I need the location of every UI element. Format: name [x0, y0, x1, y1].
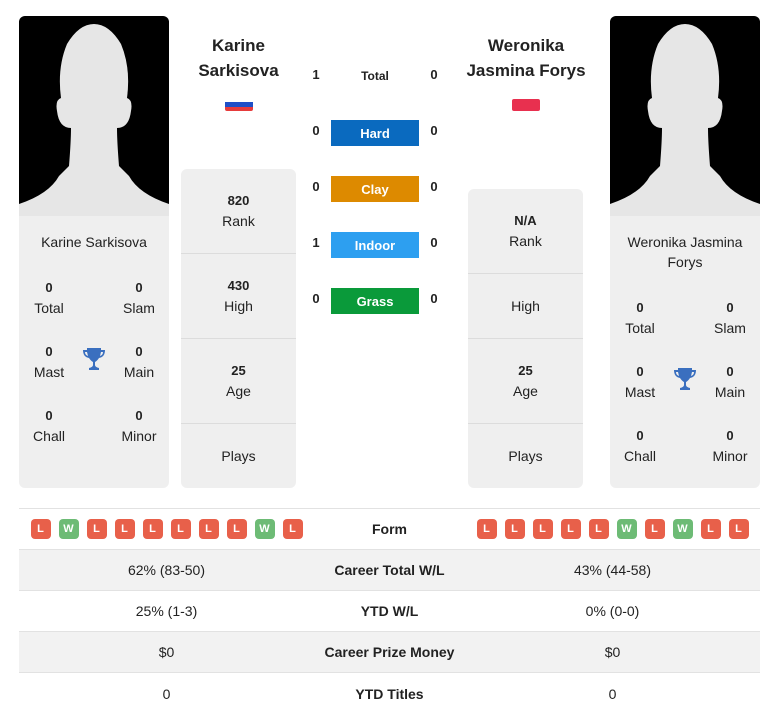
- surface-indoor-button[interactable]: Indoor: [331, 232, 419, 258]
- player1-age: 25 Age: [181, 339, 296, 424]
- player1-form-badge-loss[interactable]: L: [282, 519, 303, 539]
- h2h-clay-p1: 0: [312, 179, 320, 194]
- player2-age: 25 Age: [468, 339, 583, 424]
- player1-ytd-titles: 0: [162, 685, 171, 702]
- silhouette-icon: [19, 24, 169, 216]
- player1-form-badge-loss[interactable]: L: [114, 519, 135, 539]
- player2-header-name[interactable]: Weronika Jasmina Forys: [455, 33, 597, 83]
- h2h-hard-p1: 0: [312, 123, 320, 138]
- player1-form-badge-loss[interactable]: L: [142, 519, 163, 539]
- player2-form-badge-win[interactable]: W: [672, 519, 693, 539]
- surface-clay-button[interactable]: Clay: [331, 176, 419, 202]
- player1-form-badge-loss[interactable]: L: [86, 519, 107, 539]
- player1-main-titles: 0 Main: [123, 344, 155, 380]
- player2-form-badge-win[interactable]: W: [616, 519, 637, 539]
- player2-form-badge-loss[interactable]: L: [644, 519, 665, 539]
- player2-form-badge-loss[interactable]: L: [700, 519, 721, 539]
- player2-form-badge-loss[interactable]: L: [504, 519, 525, 539]
- h2h-grass-p2: 0: [430, 291, 438, 306]
- table-row: $0 Career Prize Money $0: [19, 632, 760, 673]
- player1-career-wl: 62% (83-50): [127, 562, 206, 578]
- player1-form-badge-loss[interactable]: L: [30, 519, 51, 539]
- trophy-icon: [674, 368, 696, 390]
- surface-hard-button[interactable]: Hard: [331, 120, 419, 146]
- table-row: 62% (83-50) Career Total W/L 43% (44-58): [19, 550, 760, 591]
- player1-total-titles: 0 Total: [34, 280, 64, 316]
- player1-header-name[interactable]: Karine Sarkisova: [181, 33, 296, 83]
- form-label: Form: [372, 521, 407, 537]
- player1-form-badge-loss[interactable]: L: [226, 519, 247, 539]
- player2-rank: N/A Rank: [468, 189, 583, 274]
- ytd-wl-label: YTD W/L: [360, 603, 419, 619]
- player1-form-badge-win[interactable]: W: [58, 519, 79, 539]
- player2-total-titles: 0 Total: [625, 300, 655, 336]
- player2-form-badge-loss[interactable]: L: [532, 519, 553, 539]
- player2-high: High: [468, 274, 583, 339]
- player2-slam-titles: 0 Slam: [714, 300, 746, 336]
- h2h-clay-p2: 0: [430, 179, 438, 194]
- player2-ytd-wl: 0% (0-0): [585, 603, 640, 619]
- player1-rank: 820 Rank: [181, 169, 296, 254]
- h2h-total-label: Total: [361, 69, 389, 83]
- player1-profile-card: Karine Sarkisova 0 Total 0 Slam 0 Mast 0…: [19, 16, 169, 488]
- player1-form-badge-loss[interactable]: L: [198, 519, 219, 539]
- player1-plays: Plays: [221, 448, 256, 464]
- player2-plays: Plays: [508, 448, 543, 464]
- table-row: 25% (1-3) YTD W/L 0% (0-0): [19, 591, 760, 632]
- player2-ytd-titles: 0: [608, 685, 617, 702]
- prize-money-label: Career Prize Money: [324, 644, 455, 660]
- player1-card-name: Karine Sarkisova: [41, 234, 147, 250]
- poland-flag-icon: [512, 99, 540, 111]
- player1-prize-money: $0: [158, 644, 175, 660]
- silhouette-icon: [610, 24, 760, 216]
- comparison-table: LWLLLLLLWL Form LLLLLWLWLL 62% (83-50) C…: [19, 508, 760, 714]
- player2-main-titles: 0 Main: [714, 364, 746, 400]
- player1-minor-titles: 0 Minor: [121, 408, 157, 444]
- player1-slam-titles: 0 Slam: [123, 280, 155, 316]
- player2-profile-card: Weronika Jasmina Forys 0 Total 0 Slam 0 …: [610, 16, 760, 488]
- player1-form-badge-loss[interactable]: L: [170, 519, 191, 539]
- player2-minor-titles: 0 Minor: [712, 428, 748, 464]
- surface-grass-button[interactable]: Grass: [331, 288, 419, 314]
- player1-stats-card: 820 Rank 430 High 25 Age Plays: [181, 169, 296, 488]
- career-wl-label: Career Total W/L: [334, 562, 445, 578]
- player2-photo: [610, 16, 760, 216]
- player2-form-badge-loss[interactable]: L: [728, 519, 749, 539]
- player2-form: LLLLLWLWLL: [465, 519, 760, 539]
- h2h-indoor-p1: 1: [312, 235, 320, 250]
- h2h-total-p2: 0: [430, 67, 438, 82]
- player1-chall-titles: 0 Chall: [33, 408, 65, 444]
- trophy-icon: [83, 348, 105, 370]
- player2-mast-titles: 0 Mast: [624, 364, 656, 400]
- player1-form: LWLLLLLLWL: [19, 519, 314, 539]
- table-row: 0 YTD Titles 0: [19, 673, 760, 714]
- player2-career-wl: 43% (44-58): [573, 562, 652, 578]
- player1-mast-titles: 0 Mast: [33, 344, 65, 380]
- player1-photo: [19, 16, 169, 216]
- h2h-hard-p2: 0: [430, 123, 438, 138]
- player2-form-badge-loss[interactable]: L: [560, 519, 581, 539]
- player2-stats-card: N/A Rank High 25 Age Plays: [468, 189, 583, 488]
- player2-card-name: Weronika Jasmina Forys: [627, 234, 743, 270]
- russia-flag-icon: [225, 98, 253, 111]
- ytd-titles-label: YTD Titles: [355, 685, 424, 702]
- player1-ytd-wl: 25% (1-3): [135, 603, 198, 619]
- player2-chall-titles: 0 Chall: [624, 428, 656, 464]
- player2-prize-money: $0: [604, 644, 621, 660]
- player2-form-badge-loss[interactable]: L: [476, 519, 497, 539]
- form-row: LWLLLLLLWL Form LLLLLWLWLL: [19, 509, 760, 550]
- h2h-grass-p1: 0: [312, 291, 320, 306]
- h2h-total-p1: 1: [312, 67, 320, 82]
- player1-high: 430 High: [181, 254, 296, 339]
- player1-form-badge-win[interactable]: W: [254, 519, 275, 539]
- h2h-indoor-p2: 0: [430, 235, 438, 250]
- player2-form-badge-loss[interactable]: L: [588, 519, 609, 539]
